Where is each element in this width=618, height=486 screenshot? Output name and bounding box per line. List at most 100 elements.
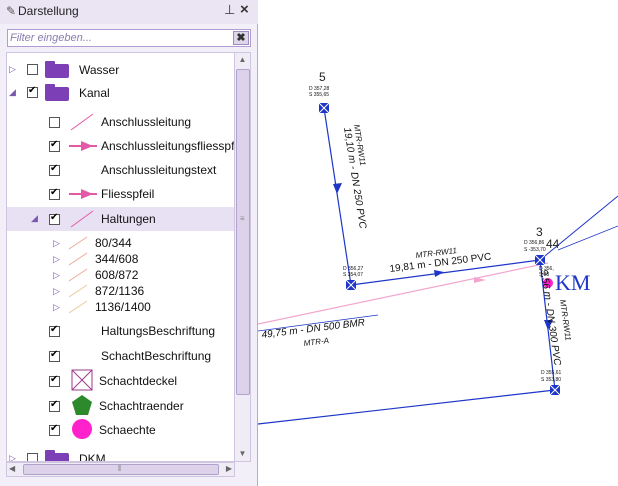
line-symbol-icon [68,252,88,266]
expand-icon[interactable]: ▷ [53,302,60,313]
tree-label-haltungen: Haltungen [101,212,156,226]
pentagon-symbol-icon [72,395,92,415]
line-symbol-icon [68,268,88,282]
manhole-icon [345,279,357,291]
expand-icon[interactable]: ▷ [53,286,60,297]
checkbox-kanal[interactable] [27,85,38,98]
checkbox-wasser[interactable] [27,64,38,75]
collapse-icon[interactable]: ◢ [31,213,38,224]
expand-icon[interactable]: ▷ [53,238,60,249]
expand-icon[interactable]: ▷ [9,453,16,461]
node-elevation: D 356,86 [524,240,545,246]
tree-label-dkm: DKM [79,452,106,462]
checkbox-anschlussleitung[interactable] [49,117,60,128]
tree-label-wasser: Wasser [79,63,120,77]
manhole-icon [318,102,330,114]
expand-icon[interactable]: ▷ [9,64,16,75]
circle-symbol-icon [72,419,92,439]
expand-icon[interactable]: ▷ [53,270,60,281]
node-elevation: D 355,61 [541,370,562,376]
tree-item-schachtbeschriftung[interactable]: SchachtBeschriftung [7,346,234,366]
tree-item-anschlussleitung[interactable]: Anschlussleitung [7,112,234,132]
tree-item-range-3[interactable]: ▷ 608/872 [7,267,234,283]
checkbox-fliesspfeil[interactable] [49,187,60,200]
tree-label-range: 872/1136 [95,284,145,298]
checkbox-dkm[interactable] [27,453,38,461]
tree-item-kanal[interactable]: ◢ Kanal [7,83,234,103]
tree-label-anschlussleitungstext: Anschlussleitungstext [101,163,217,177]
tree-item-schachtdeckel[interactable]: Schachtdeckel [7,369,234,393]
tree-item-haltungen[interactable]: ◢ Haltungen [7,207,234,231]
checkbox-anschlussleitungsfliesspfeil[interactable] [49,139,60,152]
tree-item-haltungsbeschriftung[interactable]: HaltungsBeschriftung [7,321,234,341]
close-icon[interactable]: × [240,1,249,18]
line-symbol-icon [68,284,88,298]
panel-titlebar: ✎ Darstellung ⊥ × [0,0,258,24]
scroll-up-icon[interactable]: ▲ [235,53,250,67]
tree-item-schaechte[interactable]: Schaechte [7,418,234,442]
checkbox-haltungsbeschriftung[interactable] [49,324,60,337]
pipe-label: MTR-RW11 [558,299,573,341]
layer-tree: ▷ Wasser ◢ Kanal Anschlussleitung Anschl… [6,52,235,462]
manhole-icon [534,254,546,266]
node-label: 44 [546,237,560,251]
flow-arrow-icon [333,183,342,194]
horizontal-scrollbar[interactable]: ◀ ⦀ ▶ [6,462,235,477]
vertical-scrollbar[interactable]: ▲ ≡ ▼ [234,52,251,462]
expand-icon[interactable]: ▷ [53,254,60,265]
tree-item-range-1[interactable]: ▷ 80/344 [7,235,234,251]
arrow-symbol-icon [69,189,97,199]
tree-item-wasser[interactable]: ▷ Wasser [7,60,234,80]
scroll-down-icon[interactable]: ▼ [235,447,250,461]
node-elevation: S 355,65 [309,92,329,98]
map-canvas[interactable]: 5 D 357,28 S 355,65 MTR-RW11 19,10 m - D… [258,0,618,486]
pipe-label: MTR-A [303,336,329,348]
tree-label-fliesspfeil: Fliesspfeil [101,187,155,201]
tree-item-schachtraender[interactable]: Schachtraender [7,394,234,418]
folder-icon [45,84,69,101]
line-symbol-icon [68,300,88,314]
scrollbar-thumb[interactable]: ⦀ [23,464,219,475]
node-label: 5 [319,70,326,84]
pin-icon[interactable]: ⊥ [224,2,235,18]
tree-label-kanal: Kanal [79,86,110,100]
schachtdeckel-symbol-icon [71,369,93,391]
panel-title: Darstellung [18,4,79,18]
line-symbol-icon [68,236,88,250]
node-elevation: S 354,07 [343,272,363,278]
tree-item-range-5[interactable]: ▷ 1136/1400 [7,299,234,315]
tree-label-haltungsbeschriftung: HaltungsBeschriftung [101,324,216,338]
tree-item-dkm[interactable]: ▷ DKM [7,449,234,462]
tree-item-anschlussleitungstext[interactable]: Anschlussleitungstext [7,160,234,180]
km-label: KM [555,270,590,295]
darstellung-panel: ✎ Darstellung ⊥ × ✖ ▷ Wasser ◢ Kanal Ans… [0,0,258,486]
pen-icon: ✎ [6,4,17,18]
tree-label-range: 344/608 [95,252,139,266]
checkbox-haltungen[interactable] [49,212,60,225]
folder-icon [45,450,69,461]
node-elevation: S -353,70 [524,247,546,253]
node-label: 3 [536,225,543,239]
checkbox-schaechte[interactable] [49,423,60,436]
tree-item-range-4[interactable]: ▷ 872/1136 [7,283,234,299]
collapse-icon[interactable]: ◢ [9,87,16,98]
tree-label-schachtraender: Schachtraender [99,399,184,413]
checkbox-schachtbeschriftung[interactable] [49,349,60,362]
tree-label-range: 80/344 [95,236,132,250]
checkbox-schachtdeckel[interactable] [49,374,60,387]
pipe-line-4 [258,389,556,425]
scroll-right-icon[interactable]: ▶ [226,464,232,473]
grip-icon: ⦀ [118,464,122,473]
scroll-left-icon[interactable]: ◀ [9,464,15,473]
tree-item-range-2[interactable]: ▷ 344/608 [7,251,234,267]
checkbox-schachtraender[interactable] [49,399,60,412]
scrollbar-thumb[interactable]: ≡ [236,69,250,395]
tree-item-anschlussleitungsfliesspfeil[interactable]: Anschlussleitungsfliesspfeil [7,136,234,156]
line-symbol-icon [70,210,94,228]
filter-input[interactable] [10,31,228,45]
tree-item-fliesspfeil[interactable]: Fliesspfeil [7,184,234,204]
checkbox-anschlussleitungstext[interactable] [49,163,60,176]
folder-icon [45,61,69,78]
clear-filter-button[interactable]: ✖ [233,31,249,45]
tree-label-schachtdeckel: Schachtdeckel [99,374,178,388]
